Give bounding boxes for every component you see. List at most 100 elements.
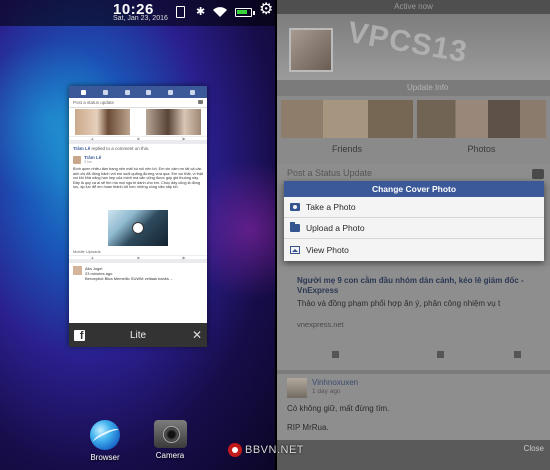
option-label: Upload a Photo [306,223,365,233]
post-actions: ▲ ■ ▶ [69,136,207,144]
post-author-row: Trâm Lê 3 hrs [69,153,207,166]
watermark-logo-icon [228,443,242,457]
battery-level [237,10,247,14]
option-label: View Photo [306,244,349,255]
active-frame-bar[interactable]: f Lite ✕ [69,323,207,347]
comment-icon[interactable]: ■ [137,255,139,260]
avatar[interactable] [287,378,307,398]
like-icon[interactable]: ▲ [90,136,94,141]
status-placeholder: Post a status update [73,100,115,105]
view-photo-option[interactable]: View Photo [284,239,544,260]
change-cover-photo-dialog: Change Cover Photo Take a Photo Upload a… [284,181,544,261]
link-description: Thảo và đồng phạm phối hợp ăn ý, phân cô… [297,299,501,308]
screenshot-root: 10:26 Sat, Jan 23, 2016 ✱ ⚙ Post a statu… [0,0,550,470]
share-icon[interactable] [514,351,521,358]
post-time: 1 day ago [312,388,341,395]
option-label: Take a Photo [306,202,356,212]
watermark-text: BBVN.NET [245,444,305,456]
post-actions [277,348,550,362]
cover-text: VPCS13 [345,15,471,70]
app-name: Lite [129,329,147,341]
author-name[interactable]: Vinhnoxuxen [312,378,358,387]
date: Sat, Jan 23, 2016 [113,15,168,22]
camera-icon[interactable] [532,169,544,179]
post-text: Bình quen nhiều tâm trạng nên mất bù nói… [73,167,203,190]
home-tab-icon[interactable] [81,89,87,95]
home-screen: 10:26 Sat, Jan 23, 2016 ✱ ⚙ Post a statu… [0,0,277,470]
folder-icon [290,222,300,232]
messages-tab-icon[interactable] [124,89,130,95]
friends-tab-icon[interactable] [102,89,108,95]
author-info: Trâm Lê 3 hrs [84,155,101,164]
friends-label: Friends [331,144,362,154]
browser-label: Browser [90,453,120,462]
photos-thumbnails [417,100,546,138]
update-info-button[interactable]: Update Info [277,80,550,96]
facebook-lite-active-frame[interactable]: Post a status update ▲ ■ ▶ Trâm Lê repli… [69,86,207,346]
avatar[interactable] [73,155,81,164]
like-icon[interactable] [332,351,339,358]
comment-icon[interactable] [437,351,444,358]
link-title[interactable]: Người mẹ 9 con cằm đầu nhóm dàn cảnh, ké… [297,276,542,296]
browser-icon[interactable] [90,420,120,450]
album-name[interactable]: Mobile Uploads [69,248,207,255]
camera-label: Camera [155,451,185,460]
update-info-label: Update Info [407,83,449,92]
shared-link-post[interactable]: Người mẹ 9 con cằm đầu nhóm dàn cảnh, ké… [277,266,550,370]
comment-icon[interactable]: ■ [137,136,139,141]
settings-gear-icon[interactable]: ⚙ [259,2,273,18]
photos-tile[interactable]: Photos [417,100,546,156]
browser-app[interactable]: Browser [80,420,130,462]
facebook-logo-icon: f [69,323,89,347]
share-icon[interactable]: ▶ [183,136,186,141]
meta-action: replied to a comment on this. [91,146,150,151]
app-dock: Browser Camera [0,412,277,470]
feed-meta: Trâm Lê replied to a comment on this. [69,144,207,153]
play-icon[interactable] [132,222,144,234]
camera-icon[interactable] [198,100,203,104]
share-icon[interactable]: ▶ [183,255,186,260]
camera-app[interactable]: Camera [145,420,195,460]
like-icon[interactable]: ▲ [90,255,94,260]
status-input[interactable]: Post a status update [69,98,207,108]
feed-photo[interactable] [75,109,130,135]
notification-icon[interactable] [176,6,185,18]
post-text: RIP MrRua. [287,423,329,432]
friends-tile[interactable]: Friends [281,100,413,156]
post-status-placeholder: Post a Status Update [287,168,373,178]
close-icon[interactable]: ✕ [187,328,207,342]
feed-post: Alla Jugel 23 minutes ago Beroepbot Blua… [69,263,207,284]
search-tab-icon[interactable] [167,89,173,95]
post-text: Beroepbot Blua Memelllo SUWM vellaak ban… [85,276,174,281]
post-actions: ▲ ■ ▶ [69,255,207,263]
link-source: vnexpress.net [297,320,344,329]
menu-tab-icon[interactable] [189,89,195,95]
meta-name: Trâm Lê [73,146,91,151]
feed-photo[interactable] [146,109,201,135]
dialog-title: Change Cover Photo [284,181,544,197]
image-icon [290,245,300,254]
camera-icon [290,203,300,211]
photos-label: Photos [467,144,496,154]
photo-row [69,108,207,136]
close-button[interactable]: Close [524,444,544,453]
wifi-icon[interactable] [212,6,228,18]
notifications-tab-icon[interactable] [146,89,152,95]
camera-icon[interactable] [153,420,187,448]
bluetooth-icon[interactable]: ✱ [196,5,205,19]
post-text: Có không giữ, mất đừng tìm. [287,404,390,413]
watermark: BBVN.NET [228,443,304,457]
video-thumbnail[interactable] [108,210,168,246]
status-bar[interactable]: 10:26 Sat, Jan 23, 2016 ✱ ⚙ [0,0,277,26]
upload-photo-option[interactable]: Upload a Photo [284,218,544,239]
post-body: Alla Jugel 23 minutes ago Beroepbot Blua… [85,266,173,281]
take-photo-option[interactable]: Take a Photo [284,197,544,218]
post-time: 3 hrs [84,160,92,164]
friends-thumbnails [281,100,413,138]
battery-icon[interactable] [235,8,255,17]
facebook-nav-bar [69,86,207,98]
avatar[interactable] [73,266,82,275]
active-status[interactable]: Active now [277,2,550,11]
profile-tiles: Friends Photos [277,100,550,156]
profile-picture[interactable] [289,28,333,72]
